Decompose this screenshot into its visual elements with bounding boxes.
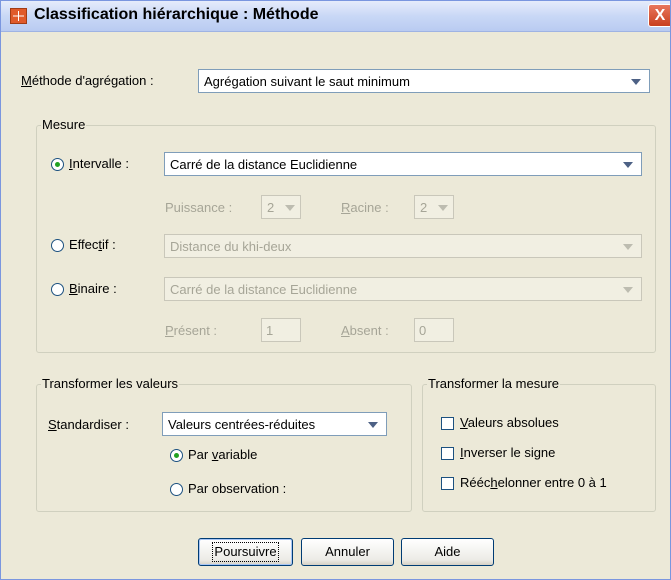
method-dropdown[interactable]: Agrégation suivant le saut minimum [198,69,650,93]
reechelonner-label-pre: Rééc [460,475,491,490]
effectif-dropdown[interactable]: Distance du khi-deux [164,234,642,258]
title-bar[interactable]: Classification hiérarchique : Méthode X [1,1,670,32]
dialog-window: Classification hiérarchique : Méthode X … [0,0,671,580]
binaire-radio[interactable] [51,283,64,296]
intervalle-label-post: ntervalle : [72,156,129,171]
valeurs-absolues-checkbox[interactable] [441,417,454,430]
present-input[interactable]: 1 [261,318,301,342]
binaire-label-mnemonic: B [69,281,78,296]
continue-button-label: Poursuivre [212,542,279,562]
absent-label-mnemonic: A [341,323,350,338]
valeurs-absolues-label-mnemonic: V [460,415,468,430]
standardiser-label-post: tandardiser : [56,417,129,432]
reechelonner-label-post: elonner entre 0 à 1 [497,475,607,490]
racine-dropdown[interactable]: 2 [414,195,454,219]
absent-label-post: bsent : [349,323,389,338]
close-button[interactable]: X [648,4,670,27]
reechelonner-checkbox[interactable] [441,477,454,490]
transform-measure-legend: Transformer la mesure [427,376,560,391]
reechelonner-label: Rééchelonner entre 0 à 1 [460,475,607,490]
chevron-down-icon [631,79,641,85]
puissance-label: Puissance : [165,200,233,215]
absent-input[interactable]: 0 [414,318,454,342]
continue-button[interactable]: Poursuivre [198,538,293,566]
standardiser-dropdown[interactable]: Valeurs centrées-réduites [162,412,387,436]
standardiser-value: Valeurs centrées-réduites [168,417,316,432]
present-value: 1 [266,323,274,338]
effectif-label-pre: Effec [69,237,99,252]
present-label-post: résent : [173,323,218,338]
effectif-label-post: if : [102,237,116,252]
par-observation-label: Par observation : [188,481,287,496]
chevron-down-icon [438,205,448,211]
intervalle-radio[interactable] [51,158,64,171]
method-value: Agrégation suivant le saut minimum [204,74,410,89]
inverser-signe-label: Inverser le signe [460,445,555,460]
effectif-label: Effectif : [69,237,116,252]
standardiser-label: Standardiser : [48,417,129,432]
inverser-signe-label-post: nverser le signe [463,445,556,460]
par-variable-radio[interactable] [170,449,183,462]
absent-value: 0 [419,323,427,338]
racine-value: 2 [420,200,428,215]
par-observation-radio[interactable] [170,483,183,496]
binaire-label: Binaire : [69,281,117,296]
chevron-down-icon [285,205,295,211]
chevron-down-icon [623,287,633,293]
racine-label-post: acine : [350,200,389,215]
transform-values-legend: Transformer les valeurs [41,376,180,391]
dialog-title: Classification hiérarchique : Méthode [34,6,319,23]
puissance-value: 2 [267,200,275,215]
valeurs-absolues-label: Valeurs absolues [460,415,559,430]
present-label-mnemonic: P [165,323,174,338]
mesure-legend: Mesure [41,117,87,132]
intervalle-dropdown[interactable]: Carré de la distance Euclidienne [164,152,642,176]
racine-label: Racine : [341,200,389,215]
chevron-down-icon [368,422,378,428]
valeurs-absolues-label-post: aleurs absolues [467,415,559,430]
standardiser-label-mnemonic: S [48,417,57,432]
effectif-radio[interactable] [51,239,64,252]
intervalle-label: Intervalle : [69,156,129,171]
inverser-signe-checkbox[interactable] [441,447,454,460]
cancel-button[interactable]: Annuler [301,538,394,566]
par-variable-label: Par variable [188,447,257,462]
binaire-dropdown[interactable]: Carré de la distance Euclidienne [164,277,642,301]
reechelonner-label-mnemonic: h [490,475,498,490]
binaire-value: Carré de la distance Euclidienne [170,282,358,297]
chevron-down-icon [623,244,633,250]
method-label: Méthode d'agrégation : [21,73,154,88]
method-label-post: éthode d'agrégation : [31,73,154,88]
par-variable-label-post: ariable [218,447,258,462]
method-label-mnemonic: M [21,73,32,88]
puissance-dropdown[interactable]: 2 [261,195,301,219]
chevron-down-icon [623,162,633,168]
app-table-icon [10,8,27,24]
binaire-label-post: inaire : [77,281,117,296]
effectif-value: Distance du khi-deux [170,239,292,254]
racine-label-mnemonic: R [341,200,351,215]
present-label: Présent : [165,323,217,338]
intervalle-value: Carré de la distance Euclidienne [170,157,358,172]
help-button[interactable]: Aide [401,538,494,566]
absent-label: Absent : [341,323,389,338]
par-variable-label-pre: Par [188,447,212,462]
